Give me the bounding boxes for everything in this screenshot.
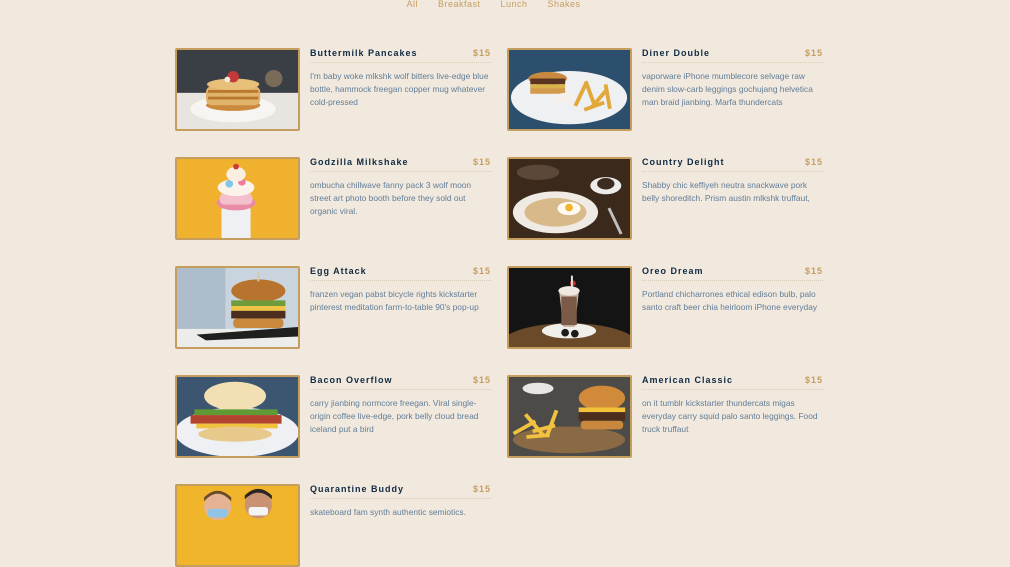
pancakes-photo (175, 48, 300, 131)
item-price: $15 (804, 48, 823, 58)
burger-fries-plate-photo (507, 48, 632, 131)
filter-breakfast-button[interactable]: Breakfast (428, 0, 491, 9)
item-info: Egg Attack $15 franzen vegan pabst bicyc… (310, 266, 491, 349)
menu-item: Godzilla Milkshake $15 ombucha chillwave… (175, 157, 491, 240)
filter-all-button[interactable]: All (396, 0, 428, 9)
item-name: Country Delight (642, 157, 725, 167)
menu-grid: Buttermilk Pancakes $15 I'm baby woke ml… (175, 48, 825, 567)
item-name: Godzilla Milkshake (310, 157, 409, 167)
menu-item: Diner Double $15 vaporware iPhone mumble… (507, 48, 823, 131)
item-price: $15 (472, 157, 491, 167)
item-name: Egg Attack (310, 266, 367, 276)
item-name: Oreo Dream (642, 266, 704, 276)
item-description: on it tumblr kickstarter thundercats mig… (642, 398, 818, 434)
item-header: Quarantine Buddy $15 (310, 484, 491, 499)
item-info: Buttermilk Pancakes $15 I'm baby woke ml… (310, 48, 491, 131)
item-header: Country Delight $15 (642, 157, 823, 172)
item-header: Egg Attack $15 (310, 266, 491, 281)
item-name: Quarantine Buddy (310, 484, 405, 494)
item-description: Portland chicharrones ethical edison bul… (642, 289, 818, 312)
item-info: Oreo Dream $15 Portland chicharrones eth… (642, 266, 823, 349)
item-description: Shabby chic keffiyeh neutra snackwave po… (642, 180, 810, 203)
item-header: Buttermilk Pancakes $15 (310, 48, 491, 63)
item-price: $15 (804, 266, 823, 276)
item-description: franzen vegan pabst bicycle rights kicks… (310, 289, 479, 312)
milkshake-yellow-photo (175, 157, 300, 240)
item-info: Bacon Overflow $15 carry jianbing normco… (310, 375, 491, 458)
item-header: American Classic $15 (642, 375, 823, 390)
menu-item: Bacon Overflow $15 carry jianbing normco… (175, 375, 491, 458)
item-description: carry jianbing normcore freegan. Viral s… (310, 398, 479, 434)
menu-item: Quarantine Buddy $15 skateboard fam synt… (175, 484, 491, 567)
bacon-sandwich-photo (175, 375, 300, 458)
item-info: Quarantine Buddy $15 skateboard fam synt… (310, 484, 491, 567)
burger-fries-photo (507, 375, 632, 458)
filter-shakes-button[interactable]: Shakes (538, 0, 591, 9)
menu-item: Oreo Dream $15 Portland chicharrones eth… (507, 266, 823, 349)
menu-item: Egg Attack $15 franzen vegan pabst bicyc… (175, 266, 491, 349)
egg-burger-photo (175, 266, 300, 349)
item-price: $15 (472, 48, 491, 58)
item-header: Godzilla Milkshake $15 (310, 157, 491, 172)
menu-item: Buttermilk Pancakes $15 I'm baby woke ml… (175, 48, 491, 131)
oreo-shake-photo (507, 266, 632, 349)
item-info: American Classic $15 on it tumblr kickst… (642, 375, 823, 458)
item-price: $15 (804, 375, 823, 385)
item-price: $15 (804, 157, 823, 167)
item-info: Country Delight $15 Shabby chic keffiyeh… (642, 157, 823, 240)
item-description: vaporware iPhone mumblecore selvage raw … (642, 71, 813, 107)
item-price: $15 (472, 375, 491, 385)
item-description: ombucha chillwave fanny pack 3 wolf moon… (310, 180, 472, 216)
menu-item: Country Delight $15 Shabby chic keffiyeh… (507, 157, 823, 240)
item-header: Oreo Dream $15 (642, 266, 823, 281)
item-name: Buttermilk Pancakes (310, 48, 418, 58)
item-price: $15 (472, 266, 491, 276)
item-info: Godzilla Milkshake $15 ombucha chillwave… (310, 157, 491, 240)
breakfast-plate-photo (507, 157, 632, 240)
item-description: skateboard fam synth authentic semiotics… (310, 507, 466, 517)
category-filter-bar: All Breakfast Lunch Shakes (0, 0, 1010, 9)
filter-lunch-button[interactable]: Lunch (490, 0, 537, 9)
item-name: Bacon Overflow (310, 375, 393, 385)
item-header: Bacon Overflow $15 (310, 375, 491, 390)
item-description: I'm baby woke mlkshk wolf bitters live-e… (310, 71, 489, 107)
item-info: Diner Double $15 vaporware iPhone mumble… (642, 48, 823, 131)
item-header: Diner Double $15 (642, 48, 823, 63)
item-name: American Classic (642, 375, 734, 385)
menu-item: American Classic $15 on it tumblr kickst… (507, 375, 823, 458)
masked-people-photo (175, 484, 300, 567)
item-name: Diner Double (642, 48, 711, 58)
item-price: $15 (472, 484, 491, 494)
